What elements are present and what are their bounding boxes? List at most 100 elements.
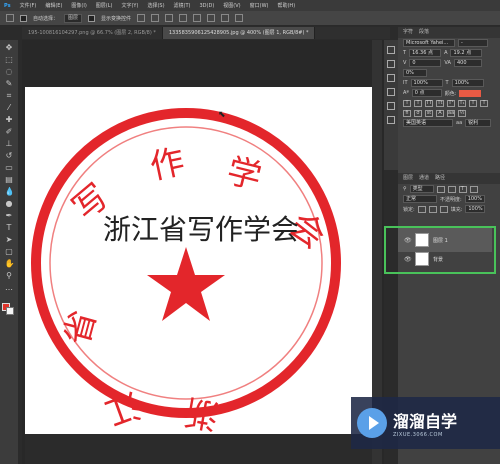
menu-item-0[interactable]: 文件(F) — [20, 2, 37, 9]
menu-item-9[interactable]: 窗口(W) — [250, 2, 269, 9]
distribute-icon[interactable] — [221, 14, 230, 22]
underline-button[interactable]: T — [469, 99, 477, 107]
stamp-tool-icon[interactable]: ⊥ — [5, 139, 14, 148]
move-icon[interactable]: ✥ — [5, 43, 14, 52]
move-tool-icon[interactable] — [6, 14, 14, 22]
brush-icon[interactable]: ✐ — [5, 127, 14, 136]
fraction-button[interactable]: ½ — [458, 109, 466, 117]
menu-item-1[interactable]: 编辑(E) — [45, 2, 62, 9]
paragraph-panel-icon[interactable] — [387, 88, 395, 96]
layer-kind-select[interactable]: 类型 — [409, 185, 434, 193]
align-left-icon[interactable] — [137, 14, 146, 22]
vertical-scale-field[interactable]: 100% — [410, 79, 443, 87]
small-caps-button[interactable]: Tt — [436, 99, 444, 107]
subscript-button[interactable]: T₁ — [458, 99, 466, 107]
menu-item-10[interactable]: 帮助(H) — [277, 2, 295, 9]
history-panel-icon[interactable] — [387, 46, 395, 54]
ordinal-button[interactable]: aa — [447, 109, 455, 117]
tab-character[interactable]: 字符 — [403, 27, 413, 38]
tracking-field[interactable]: 400 — [453, 59, 482, 67]
3d-mode-icon[interactable] — [235, 14, 244, 22]
ligature-button[interactable]: fi — [403, 109, 411, 117]
tab-document-1[interactable]: 195-100816104297.png @ 66.7% (图层 2, RGB/… — [22, 27, 163, 39]
baseline-field[interactable]: 0 点 — [411, 89, 442, 97]
hand-icon[interactable]: ✋ — [5, 259, 15, 268]
lock-all-icon[interactable] — [439, 205, 448, 213]
healing-icon[interactable]: ✚ — [5, 115, 14, 124]
menu-item-6[interactable]: 滤镜(T) — [174, 2, 191, 9]
auto-select-checkbox[interactable] — [20, 14, 27, 22]
swash-button[interactable]: st — [425, 109, 433, 117]
swatches-panel-icon[interactable] — [387, 116, 395, 124]
auto-select-dropdown[interactable]: 图层 — [64, 13, 83, 23]
blend-mode-select[interactable]: 正常 — [403, 195, 437, 203]
font-size-field[interactable]: 16.36 点 — [409, 49, 442, 57]
lock-pixels-icon[interactable] — [417, 205, 426, 213]
zoom-icon[interactable]: ⚲ — [5, 271, 14, 280]
align-right-icon[interactable] — [165, 14, 174, 22]
opacity-field[interactable]: 100% — [464, 195, 485, 203]
filter-pixel-icon[interactable] — [436, 185, 445, 193]
menu-item-3[interactable]: 图层(L) — [96, 2, 113, 9]
shape-icon[interactable]: ▢ — [5, 247, 14, 256]
vertical-scale-icon: IT — [403, 80, 408, 86]
tab-layers[interactable]: 图层 — [403, 173, 413, 184]
faux-italic-button[interactable]: T — [414, 99, 422, 107]
more-tools-icon[interactable]: … — [5, 283, 14, 292]
filter-adjust-icon[interactable] — [447, 185, 456, 193]
tab-channels[interactable]: 通道 — [419, 173, 429, 184]
tab-paths[interactable]: 路径 — [435, 173, 445, 184]
superscript-button[interactable]: T¹ — [447, 99, 455, 107]
strikethrough-button[interactable]: T — [480, 99, 488, 107]
antialias-select[interactable]: 锐利 — [465, 119, 492, 127]
align-middle-icon[interactable] — [193, 14, 202, 22]
filter-shape-icon[interactable] — [469, 185, 478, 193]
background-color-swatch[interactable] — [6, 307, 14, 315]
type-icon[interactable]: T — [5, 223, 14, 232]
lasso-icon[interactable]: ◌ — [5, 67, 14, 76]
crop-icon[interactable]: ⌗ — [5, 91, 14, 100]
show-transform-checkbox[interactable] — [88, 14, 96, 22]
menu-item-8[interactable]: 视图(V) — [223, 2, 240, 9]
all-caps-button[interactable]: TT — [425, 99, 433, 107]
language-select[interactable]: 美国英语 — [403, 119, 453, 127]
filter-type-icon[interactable]: T — [458, 185, 467, 193]
path-select-icon[interactable]: ➤ — [5, 235, 14, 244]
canvas-area[interactable]: 写 作 学 会 省 江 浙 浙江省写作学会 — [22, 40, 384, 464]
kerning-field[interactable]: 0 — [409, 59, 442, 67]
menu-item-7[interactable]: 3D(D) — [200, 3, 215, 9]
menu-item-5[interactable]: 选择(S) — [147, 2, 164, 9]
eyedropper-icon[interactable]: ⁄ — [5, 103, 14, 112]
leading-field[interactable]: 19.2 点 — [450, 49, 483, 57]
eraser-icon[interactable]: ▭ — [5, 163, 14, 172]
dodge-icon[interactable]: ● — [5, 199, 14, 208]
marquee-icon[interactable]: ⬚ — [5, 55, 14, 64]
tab-paragraph[interactable]: 段落 — [419, 27, 429, 38]
ps-logo[interactable]: Ps — [4, 3, 11, 9]
properties-panel-icon[interactable] — [387, 60, 395, 68]
blur-icon[interactable]: 💧 — [5, 187, 15, 196]
oldstyle-button[interactable]: σ — [414, 109, 422, 117]
font-family-select[interactable]: Microsoft Yahei... — [403, 39, 455, 47]
horizontal-scale-field[interactable]: 100% — [451, 79, 484, 87]
menu-item-2[interactable]: 图像(I) — [71, 2, 86, 9]
gradient-icon[interactable]: ▤ — [5, 175, 14, 184]
menu-item-4[interactable]: 文字(Y) — [121, 2, 138, 9]
pen-icon[interactable]: ✒ — [5, 211, 14, 220]
color-panel-icon[interactable] — [387, 102, 395, 110]
align-center-icon[interactable] — [151, 14, 160, 22]
text-color-swatch[interactable] — [459, 89, 482, 97]
tab-document-2[interactable]: 1335835906125428905.jpg @ 400% (图层 1, RG… — [162, 27, 316, 39]
align-bottom-icon[interactable] — [207, 14, 216, 22]
tsume-field[interactable]: 0% — [403, 69, 427, 77]
document-canvas[interactable]: 写 作 学 会 省 江 浙 浙江省写作学会 — [25, 87, 372, 434]
faux-bold-button[interactable]: T — [403, 99, 411, 107]
history-brush-icon[interactable]: ↺ — [5, 151, 14, 160]
font-style-select[interactable]: - — [458, 39, 488, 47]
quick-select-icon[interactable]: ✎ — [5, 79, 14, 88]
fill-field[interactable]: 100% — [465, 205, 486, 213]
stylistic-button[interactable]: A — [436, 109, 444, 117]
lock-position-icon[interactable] — [428, 205, 437, 213]
character-panel-icon[interactable] — [387, 74, 395, 82]
align-top-icon[interactable] — [179, 14, 188, 22]
